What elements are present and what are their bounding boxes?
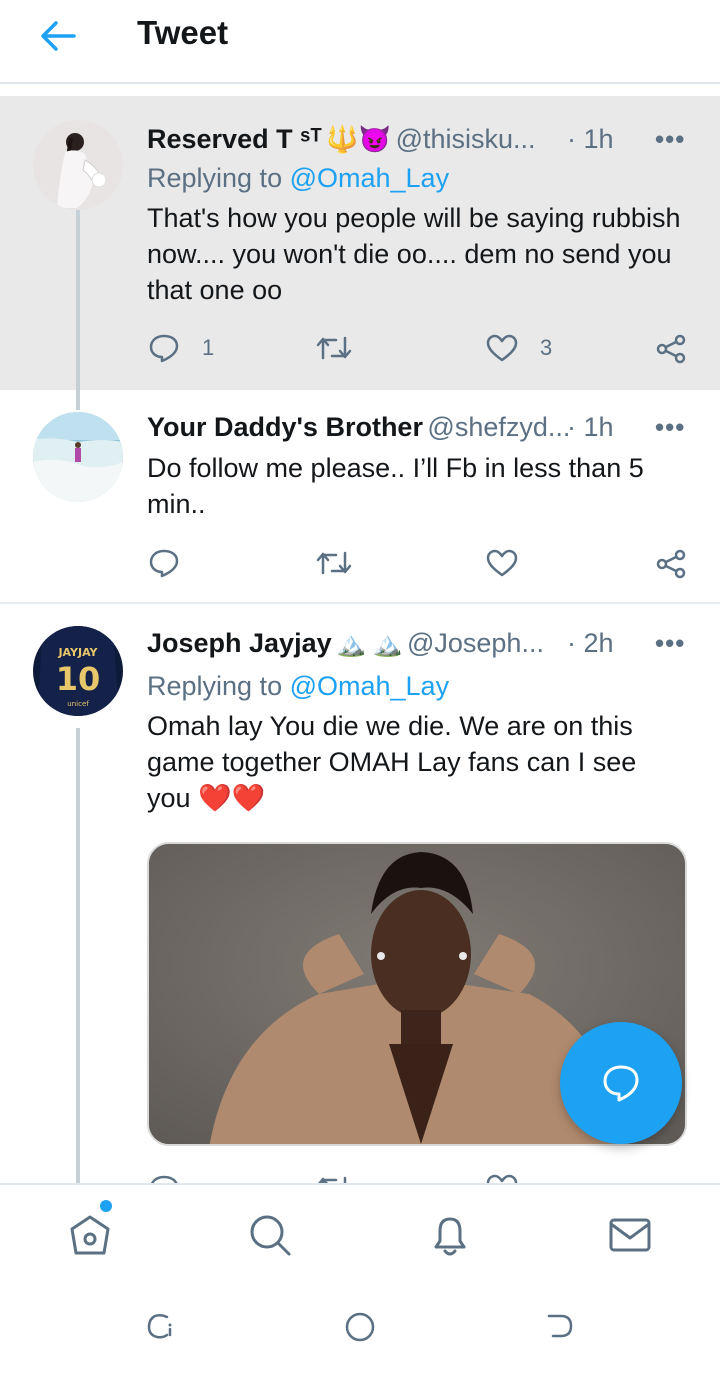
handle[interactable]: @Joseph... (407, 628, 544, 658)
home-icon (70, 1215, 110, 1255)
compose-reply-icon (603, 1065, 639, 1102)
replying-to: Replying to @Omah_Lay (147, 163, 449, 194)
mention-link[interactable]: @Omah_Lay (290, 163, 449, 193)
jersey-name: JAYJAY (57, 646, 98, 659)
name-emojis: 🏔️ 🏔️ (336, 631, 403, 658)
display-name[interactable]: Your Daddy's Brother (147, 412, 423, 442)
page-title: Tweet (137, 14, 229, 51)
replying-prefix: Replying to (147, 163, 290, 193)
tab-notifications[interactable] (426, 1211, 474, 1259)
reply-bubble-icon (149, 549, 179, 578)
timestamp: · 1h (567, 124, 614, 154)
avatar[interactable]: JAYJAY 10 unicef (33, 626, 123, 716)
mention-link[interactable]: @Omah_Lay (290, 671, 449, 701)
back-system-button[interactable] (545, 1311, 575, 1346)
tweet-header: Joseph Jayjay 🏔️ 🏔️ @Joseph... (147, 628, 707, 662)
reply-bubble-icon (149, 334, 179, 363)
arrow-left-icon (41, 21, 76, 51)
thread-line (76, 728, 80, 1183)
like-button[interactable] (486, 549, 540, 577)
tab-home[interactable] (66, 1211, 114, 1259)
like-count: 3 (540, 335, 553, 360)
handle[interactable]: @shefzyd... (427, 412, 570, 442)
share-icon (656, 549, 686, 579)
timestamp: · 2h (567, 628, 614, 658)
recent-apps-button[interactable] (145, 1311, 175, 1346)
handle[interactable]: @thisisku... (396, 124, 536, 154)
avatar[interactable] (33, 412, 123, 502)
share-icon (656, 334, 686, 364)
envelope-icon (609, 1218, 651, 1252)
timestamp: · 1h (567, 412, 614, 442)
jersey-sponsor: unicef (67, 700, 89, 708)
reply-count: 1 (202, 335, 215, 360)
like-button[interactable]: 3 (486, 334, 552, 362)
tweet-daddys-brother[interactable]: Your Daddy's Brother @shefzyd... · 1h ••… (0, 390, 720, 604)
tweet-text: Do follow me please.. I’ll Fb in less th… (147, 453, 644, 519)
share-button[interactable] (656, 334, 686, 364)
system-navigation-bar (0, 1273, 720, 1377)
bottom-tab-bar (0, 1183, 720, 1273)
circle-home-icon (345, 1312, 375, 1342)
retweet-button[interactable] (316, 334, 374, 362)
tab-messages[interactable] (606, 1211, 654, 1259)
more-options-icon[interactable]: ••• (655, 124, 685, 155)
tweet-header: Your Daddy's Brother @shefzyd... (147, 412, 707, 446)
thread-line (76, 210, 80, 410)
share-button[interactable] (656, 549, 686, 579)
replying-to: Replying to @Omah_Lay (147, 671, 449, 702)
reply-button[interactable] (148, 548, 202, 578)
tweet-text: That's how you people will be saying rub… (147, 203, 681, 305)
back-button[interactable] (38, 18, 78, 54)
replying-prefix: Replying to (147, 671, 290, 701)
avatar[interactable] (33, 120, 123, 210)
more-options-icon[interactable]: ••• (655, 412, 685, 443)
heart-icon (486, 549, 518, 577)
tweet-reserved[interactable]: Reserved T ˢᵀ 🔱😈 @thisisku... · 1h ••• R… (0, 96, 720, 410)
more-options-icon[interactable]: ••• (655, 628, 685, 659)
search-icon (250, 1215, 291, 1256)
tab-search[interactable] (246, 1211, 294, 1259)
recent-apps-icon (147, 1313, 172, 1339)
tweet-header: Reserved T ˢᵀ 🔱😈 @thisisku... (147, 124, 707, 158)
home-system-button[interactable] (344, 1311, 376, 1348)
retweet-button[interactable] (316, 549, 374, 577)
back-system-icon (547, 1314, 573, 1338)
display-name[interactable]: Joseph Jayjay (147, 628, 332, 658)
reply-button[interactable]: 1 (148, 333, 214, 363)
retweet-icon (316, 336, 352, 360)
name-emojis: 🔱😈 (326, 124, 392, 154)
tweet-text-block: Omah lay You die we die. We are on this … (147, 708, 687, 816)
heart-icon (486, 334, 518, 362)
top-bar: Tweet (0, 0, 720, 84)
jersey-number: 10 (56, 660, 101, 698)
retweet-icon (316, 551, 352, 575)
display-name[interactable]: Reserved T ˢᵀ (147, 124, 322, 154)
bell-icon (434, 1217, 466, 1256)
new-content-dot (100, 1200, 112, 1212)
tweet-text-emojis: ❤️❤️ (198, 783, 266, 813)
compose-reply-button[interactable] (560, 1022, 682, 1144)
